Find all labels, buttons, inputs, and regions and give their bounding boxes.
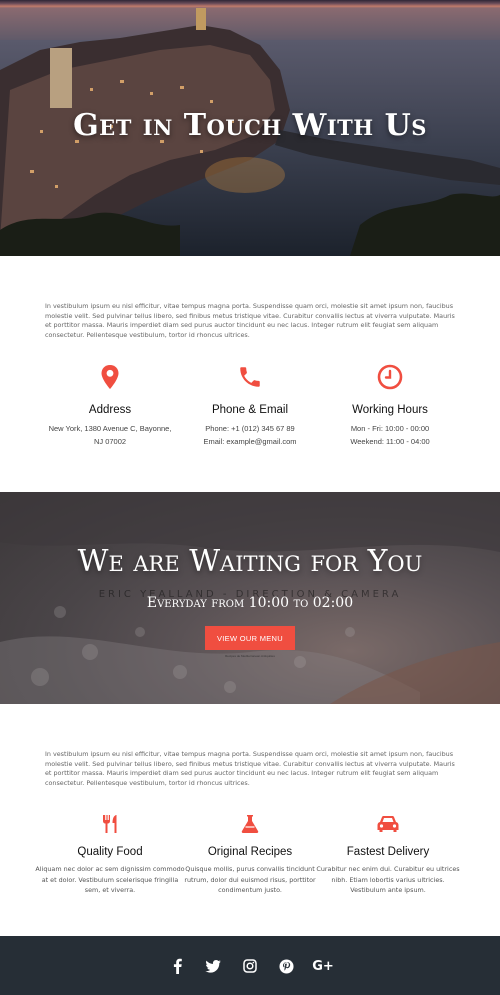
phone-email-text: Phone: +1 (012) 345 67 89 Email: example… [180,423,320,448]
address-text: New York, 1380 Avenue C, Bayonne, NJ 070… [40,423,180,448]
fastest-delivery-column: Fastest Delivery Curabitur nec enim dui.… [313,814,463,896]
facebook-icon[interactable] [167,958,187,974]
twitter-icon[interactable] [203,958,223,974]
fastest-delivery-text: Curabitur nec enim dui. Curabitur eu ult… [316,865,460,894]
car-icon [377,816,399,832]
working-hours-column: Working Hours Mon - Fri: 10:00 - 00:00 W… [320,364,460,448]
instagram-icon[interactable] [240,958,260,974]
google-plus-label: G+ [312,958,334,974]
google-plus-icon[interactable]: G+ [312,958,334,974]
view-menu-button[interactable]: VIEW OUR MENU [205,626,295,650]
address-column: Address New York, 1380 Avenue C, Bayonne… [40,364,180,448]
quality-food-text: Aliquam nec dolor ac sem dignissim commo… [35,865,185,894]
phone-email-column: Phone & Email Phone: +1 (012) 345 67 89 … [180,364,320,448]
email-address[interactable]: Email: example@gmail.com [203,437,296,446]
map-pin-icon [101,365,119,389]
footer: G+ [0,936,500,995]
cutlery-icon [103,815,117,833]
fastest-delivery-heading: Fastest Delivery [346,846,430,858]
address-line-2: NJ 07002 [93,436,127,446]
waiting-banner: ERIC YEALLAND - DIRECTION & CAMERA We ar… [0,492,500,704]
original-recipes-text: Quisque mollis, purus convallis tincidun… [184,865,316,894]
banner-small-note: Recipes de Mediterranean Antiquities [225,654,275,658]
quality-food-column: Quality Food Aliquam nec dolor ac sem di… [35,814,185,896]
original-recipes-heading: Original Recipes [207,846,293,858]
banner-title: We are Waiting for You [77,544,423,579]
phone-email-heading: Phone & Email [211,404,289,416]
flask-icon [241,815,259,833]
working-hours-heading: Working Hours [352,404,428,416]
page-title: Get in Touch With Us [73,108,427,143]
pinterest-icon[interactable] [276,958,296,974]
weekend-hours: Weekend: 11:00 - 04:00 [350,436,430,446]
original-recipes-column: Original Recipes Quisque mollis, purus c… [175,814,325,896]
weekday-hours: Mon - Fri: 10:00 - 00:00 [350,424,430,433]
hero-section: Get in Touch With Us [0,0,500,256]
phone-number[interactable]: Phone: +1 (012) 345 67 89 [205,424,294,433]
address-line-1: New York, 1380 Avenue C, Bayonne, [48,424,172,433]
phone-icon [240,367,260,387]
address-heading: Address [88,404,132,416]
features-intro-text: In vestibulum ipsum eu nisl efficitur, v… [45,750,455,787]
working-hours-text: Mon - Fri: 10:00 - 00:00 Weekend: 11:00 … [320,423,460,448]
banner-hours: Everyday from 10:00 to 02:00 [146,595,354,611]
contact-intro-text: In vestibulum ipsum eu nisl efficitur, v… [45,302,455,339]
clock-icon [377,364,403,390]
quality-food-heading: Quality Food [77,846,143,858]
